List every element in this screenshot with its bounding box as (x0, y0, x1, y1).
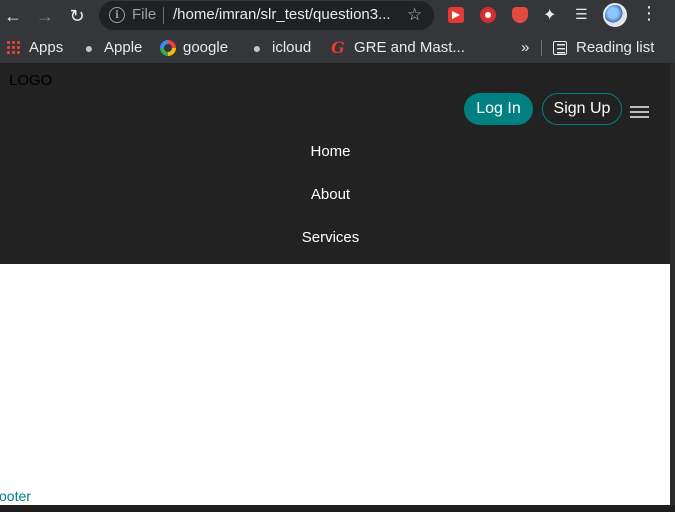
desktop-taskbar (0, 505, 675, 512)
scheme-label: File (132, 6, 157, 23)
back-icon[interactable]: ← (1, 4, 25, 28)
bookmark-google[interactable]: google (160, 39, 228, 56)
apple-icon: ● (252, 39, 262, 56)
extensions-puzzle-icon[interactable]: ✦ (543, 5, 559, 24)
bookmarks-bar: Apps ● Apple google ● icloud G GRE and M… (0, 32, 675, 63)
bookmark-label: icloud (272, 39, 312, 56)
address-bar[interactable]: i File /home/imran/slr_test/question3...… (99, 1, 434, 30)
more-bookmarks-button[interactable]: » (521, 39, 529, 56)
profile-avatar[interactable] (603, 3, 627, 27)
bookmark-label: GRE and Mast... (354, 39, 465, 56)
reading-list-button[interactable]: Reading list (553, 39, 654, 56)
login-button[interactable]: Log In (464, 93, 533, 125)
url-text[interactable]: /home/imran/slr_test/question3... (173, 6, 391, 23)
bookmarks-divider (541, 40, 542, 56)
bookmark-label: Apple (104, 39, 143, 56)
bookmark-label: Apps (29, 39, 64, 56)
info-icon[interactable]: i (109, 7, 125, 23)
nav-link-home[interactable]: Home (0, 143, 661, 160)
nav-link-about[interactable]: About (0, 186, 661, 203)
browser-menu-icon[interactable]: ⋮ (640, 4, 658, 22)
apps-grid-icon (6, 39, 22, 56)
signup-button[interactable]: Sign Up (542, 93, 622, 125)
media-control-icon[interactable]: ☰ (575, 6, 591, 22)
extension-red-square-icon[interactable] (448, 7, 464, 23)
bookmark-star-icon[interactable]: ☆ (407, 5, 422, 25)
reading-list-label: Reading list (576, 39, 655, 56)
page-viewport: LOGO Log In Sign Up Home About Services … (0, 63, 670, 505)
footer-text: ooter (0, 488, 31, 504)
bookmark-apple[interactable]: ● Apple (81, 39, 143, 56)
window-edge (670, 63, 675, 505)
extension-shield-icon[interactable] (512, 7, 528, 23)
forward-icon[interactable]: → (33, 4, 57, 28)
site-header: LOGO Log In Sign Up Home About Services (0, 63, 670, 264)
reading-list-icon (553, 40, 567, 55)
apple-icon: ● (84, 39, 94, 56)
gre-icon: G (331, 37, 345, 57)
google-icon (160, 39, 176, 56)
reload-icon[interactable]: ↻ (65, 4, 89, 28)
nav-link-services[interactable]: Services (0, 229, 661, 246)
site-logo[interactable]: LOGO (9, 72, 52, 89)
bookmark-gre[interactable]: G GRE and Mast... (331, 39, 465, 56)
bookmark-label: google (183, 39, 229, 56)
hamburger-menu-icon[interactable] (630, 106, 649, 118)
bookmark-icloud[interactable]: ● icloud (249, 39, 311, 56)
bookmark-apps[interactable]: Apps (6, 39, 63, 56)
browser-toolbar: ← → ↻ i File /home/imran/slr_test/questi… (0, 0, 675, 32)
omnibox-divider (163, 7, 164, 24)
extension-record-icon[interactable] (480, 7, 496, 23)
